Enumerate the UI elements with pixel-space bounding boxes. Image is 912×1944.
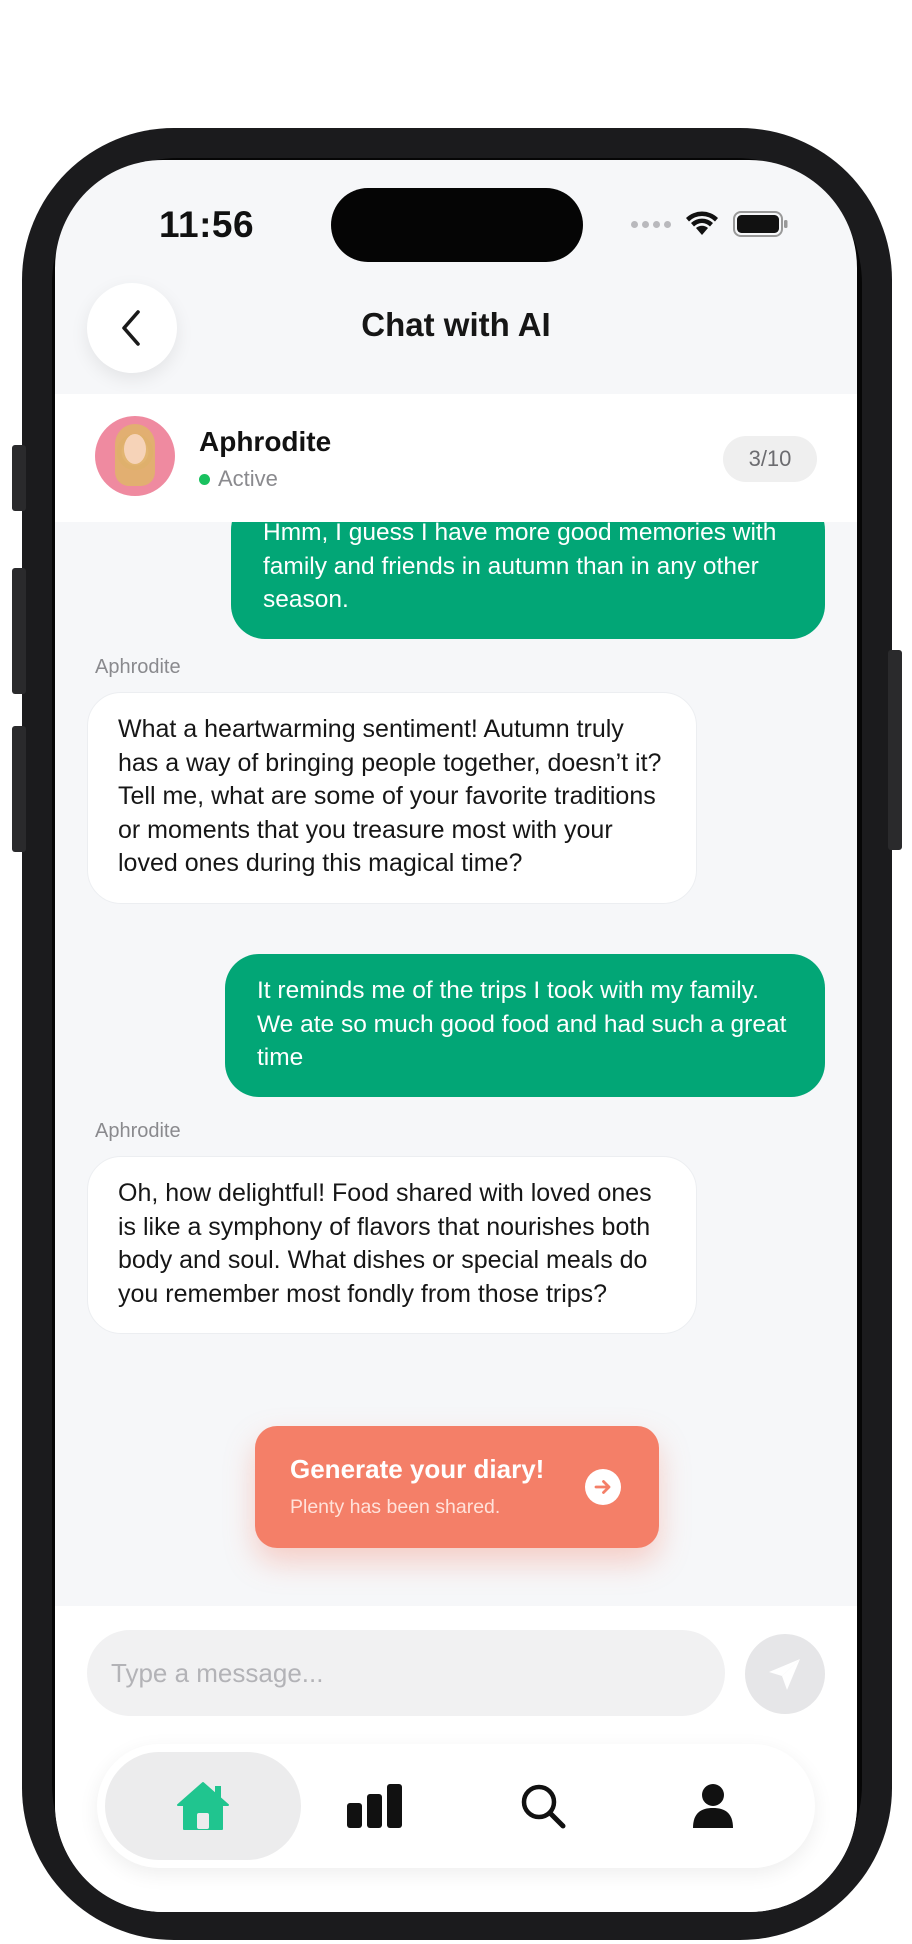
sender-label: Aphrodite [95,1120,181,1142]
power-button [888,650,902,850]
generate-diary-button[interactable]: Generate your diary! Plenty has been sha… [255,1426,659,1548]
active-status-dot [199,473,210,485]
diary-cta-subtitle: Plenty has been shared. [290,1496,501,1518]
message-count-badge: 3/10 [723,436,817,482]
user-message-bubble: Hmm, I guess I have more good memories w… [231,522,825,639]
status-icons [631,210,789,238]
home-icon [177,1782,229,1830]
person-icon [693,1784,733,1828]
dynamic-island [331,188,583,262]
chat-header: Chat with AI [55,280,857,394]
cellular-signal-icon [631,220,671,228]
arrow-right-icon [585,1469,621,1505]
volume-down-button [12,726,26,852]
battery-icon [733,211,788,237]
bottom-tab-bar [97,1744,815,1868]
wifi-icon [686,211,718,235]
tab-home[interactable] [105,1752,301,1860]
tab-stats[interactable] [277,1752,473,1860]
search-icon [521,1784,566,1829]
profile-status: Active [199,466,278,492]
silent-switch [12,445,26,511]
tab-search[interactable] [445,1752,641,1860]
phone-screen: 11:56 Chat with AI Aphrodite Active 3/10… [55,160,857,1912]
ai-message-bubble: Oh, how delightful! Food shared with lov… [87,1156,697,1334]
avatar[interactable] [95,416,175,496]
status-bar: 11:56 [55,160,857,290]
message-composer [55,1606,857,1912]
sender-label: Aphrodite [95,656,181,678]
user-message-bubble: It reminds me of the trips I took with m… [225,954,825,1097]
volume-up-button [12,568,26,694]
page-title: Chat with AI [361,306,551,343]
send-button[interactable] [745,1634,825,1714]
status-time: 11:56 [159,204,255,245]
tab-profile[interactable] [615,1752,811,1860]
send-icon [769,1659,800,1690]
diary-cta-title: Generate your diary! [290,1454,545,1484]
ai-message-bubble: What a heartwarming sentiment! Autumn tr… [87,692,697,904]
status-label: Active [218,466,278,491]
bar-chart-icon [347,1784,402,1828]
profile-name: Aphrodite [199,426,332,457]
message-input[interactable] [87,1630,725,1716]
profile-bar: Aphrodite Active 3/10 [55,394,857,522]
